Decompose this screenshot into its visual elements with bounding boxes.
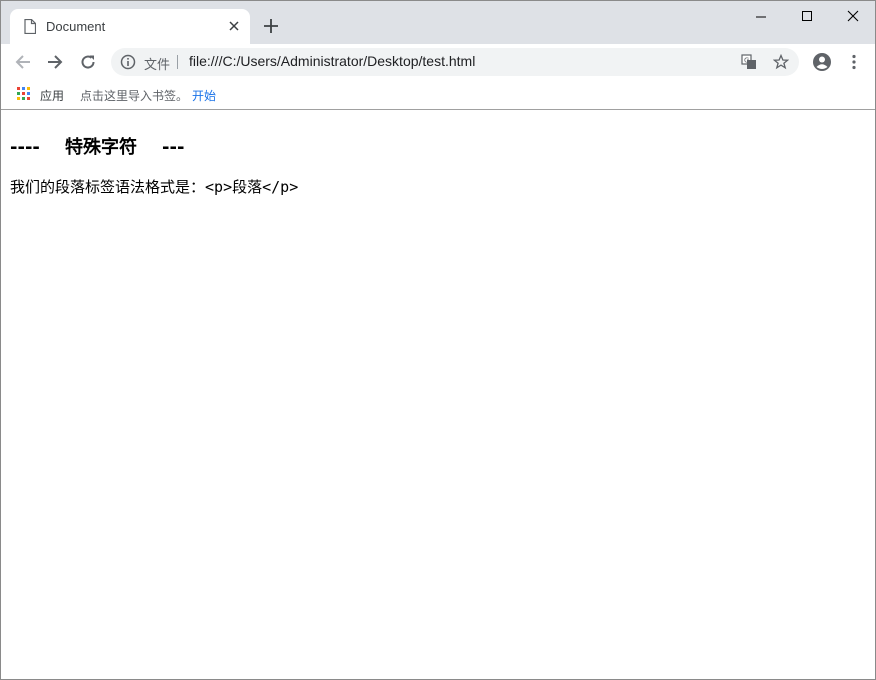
new-tab-icon[interactable]: [263, 18, 279, 34]
bookmarks-bar: 应用 点击这里导入书签。 开始: [1, 80, 875, 110]
tab-document[interactable]: Document: [10, 9, 250, 44]
maximize-icon[interactable]: [797, 7, 817, 27]
import-bookmarks-text: 点击这里导入书签。: [80, 89, 189, 103]
page-paragraph: 我们的段落标签语法格式是：<p>段落</p>: [10, 176, 298, 197]
tab-title: Document: [46, 19, 106, 34]
translate-icon[interactable]: G: [741, 54, 757, 70]
star-icon[interactable]: [773, 54, 789, 70]
url-text[interactable]: file:///C:/Users/Administrator/Desktop/t…: [189, 53, 475, 69]
menu-icon[interactable]: [844, 52, 864, 72]
scheme-label: 文件: [144, 57, 171, 72]
info-icon[interactable]: [120, 54, 136, 70]
reload-icon[interactable]: [78, 52, 98, 72]
document-icon: [24, 19, 36, 34]
page-content: ---- 特殊字符 --- 我们的段落标签语法格式是：<p>段落</p>: [1, 111, 875, 679]
forward-icon[interactable]: [45, 52, 65, 72]
apps-icon[interactable]: [17, 87, 31, 101]
profile-icon[interactable]: [812, 52, 832, 72]
paragraph-code: <p>段落</p>: [205, 178, 299, 196]
minimize-icon[interactable]: [751, 7, 771, 27]
paragraph-text: 我们的段落标签语法格式是：: [10, 178, 206, 196]
start-link[interactable]: 开始: [192, 87, 216, 104]
close-tab-icon[interactable]: [226, 18, 242, 34]
apps-link[interactable]: 应用: [40, 87, 64, 104]
browser-window: Document 文件 file:///C:/Users/Administrat…: [0, 0, 876, 680]
page-heading: ---- 特殊字符 ---: [10, 137, 185, 158]
back-icon[interactable]: [13, 52, 33, 72]
svg-text:G: G: [744, 57, 749, 65]
address-bar[interactable]: 文件 file:///C:/Users/Administrator/Deskto…: [111, 48, 799, 76]
omnibox-divider: [177, 55, 178, 69]
tab-strip: Document: [1, 1, 875, 44]
close-window-icon[interactable]: [843, 7, 863, 27]
toolbar: 文件 file:///C:/Users/Administrator/Deskto…: [1, 44, 875, 80]
